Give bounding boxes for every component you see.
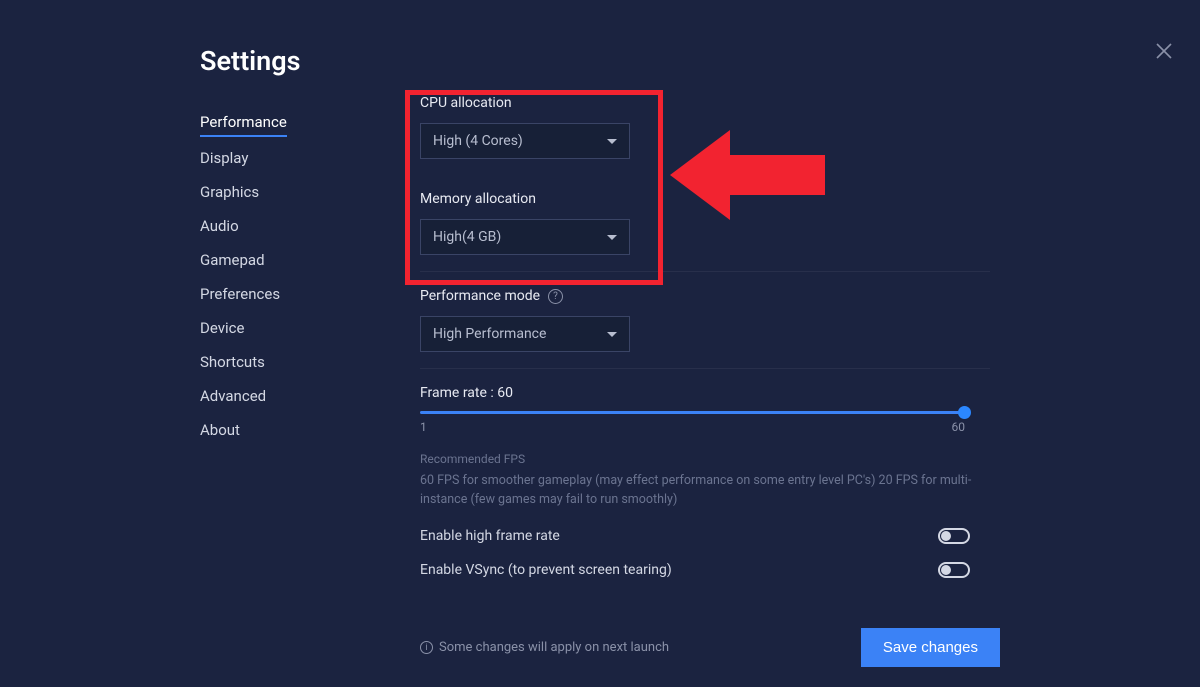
performance-mode-text: Performance mode xyxy=(420,288,540,304)
save-changes-button[interactable]: Save changes xyxy=(861,628,1000,667)
settings-content: CPU allocation High (4 Cores) Memory all… xyxy=(420,95,990,594)
chevron-down-icon xyxy=(607,235,617,240)
sidebar-item-audio[interactable]: Audio xyxy=(200,209,350,243)
close-icon xyxy=(1155,45,1173,64)
sidebar-item-about[interactable]: About xyxy=(200,413,350,447)
performance-mode-select[interactable]: High Performance xyxy=(420,316,630,352)
sidebar-item-device[interactable]: Device xyxy=(200,311,350,345)
memory-allocation-value: High(4 GB) xyxy=(433,229,501,245)
help-icon[interactable]: ? xyxy=(548,289,563,304)
footer: i Some changes will apply on next launch… xyxy=(420,608,1000,667)
cpu-allocation-value: High (4 Cores) xyxy=(433,133,523,149)
sidebar-item-display[interactable]: Display xyxy=(200,141,350,175)
high-frame-rate-label: Enable high frame rate xyxy=(420,528,560,544)
settings-sidebar: Performance Display Graphics Audio Gamep… xyxy=(200,105,350,447)
frame-rate-max: 60 xyxy=(952,420,966,434)
close-button[interactable] xyxy=(1155,42,1175,62)
sidebar-item-preferences[interactable]: Preferences xyxy=(200,277,350,311)
cpu-allocation-select[interactable]: High (4 Cores) xyxy=(420,123,630,159)
frame-rate-slider[interactable] xyxy=(420,411,965,414)
chevron-down-icon xyxy=(607,139,617,144)
frame-rate-min: 1 xyxy=(420,420,427,434)
sidebar-item-gamepad[interactable]: Gamepad xyxy=(200,243,350,277)
sidebar-item-shortcuts[interactable]: Shortcuts xyxy=(200,345,350,379)
page-title: Settings xyxy=(200,45,301,77)
footer-note: i Some changes will apply on next launch xyxy=(420,640,669,655)
performance-mode-value: High Performance xyxy=(433,326,546,342)
sidebar-item-performance[interactable]: Performance xyxy=(200,105,287,137)
sidebar-item-advanced[interactable]: Advanced xyxy=(200,379,350,413)
high-frame-rate-toggle[interactable] xyxy=(938,528,970,544)
footer-note-text: Some changes will apply on next launch xyxy=(439,640,669,655)
info-icon: i xyxy=(420,641,433,654)
sidebar-item-graphics[interactable]: Graphics xyxy=(200,175,350,209)
recommended-fps-title: Recommended FPS xyxy=(420,452,990,466)
slider-thumb[interactable] xyxy=(958,406,971,419)
frame-rate-label: Frame rate : 60 xyxy=(420,385,990,401)
recommended-fps-body: 60 FPS for smoother gameplay (may effect… xyxy=(420,472,980,510)
cpu-allocation-label: CPU allocation xyxy=(420,95,990,111)
memory-allocation-label: Memory allocation xyxy=(420,191,990,207)
vsync-toggle[interactable] xyxy=(938,562,970,578)
memory-allocation-select[interactable]: High(4 GB) xyxy=(420,219,630,255)
performance-mode-label: Performance mode ? xyxy=(420,288,990,304)
vsync-label: Enable VSync (to prevent screen tearing) xyxy=(420,562,672,578)
chevron-down-icon xyxy=(607,332,617,337)
